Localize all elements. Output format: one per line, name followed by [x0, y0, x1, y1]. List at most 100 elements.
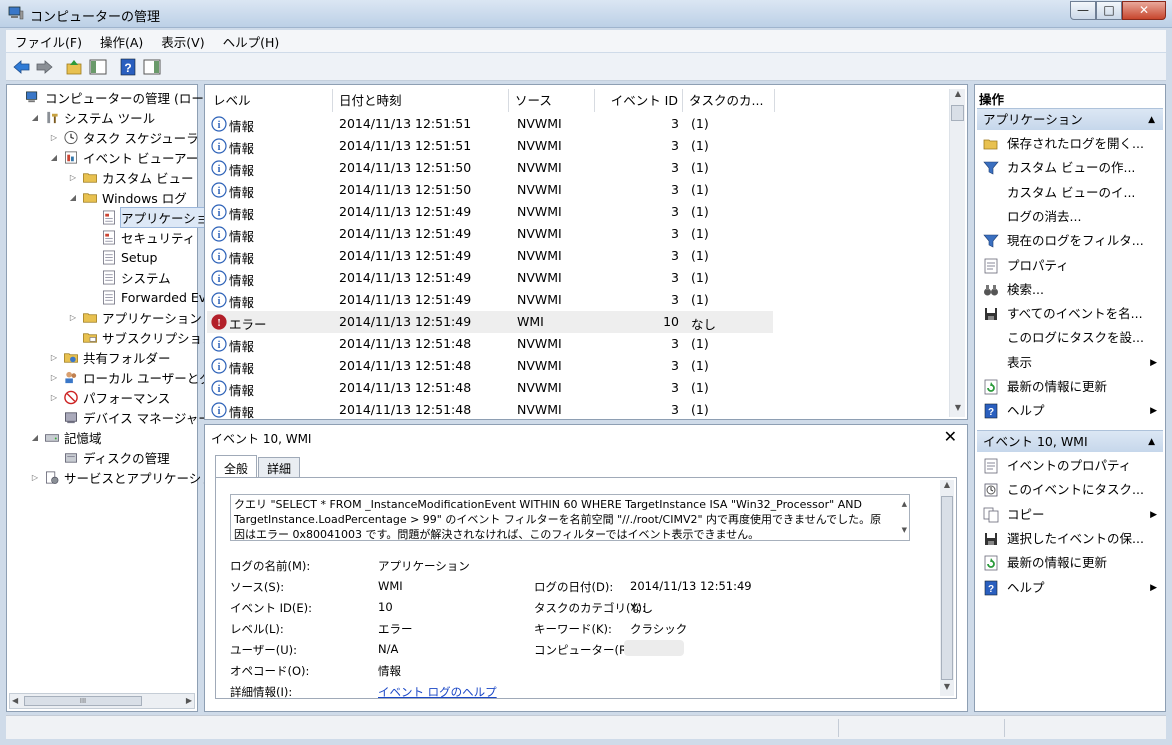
expander-arrow-icon[interactable]: ▷	[49, 373, 59, 382]
action-item[interactable]: 最新の情報に更新	[977, 551, 1163, 575]
action-item[interactable]: このイベントにタスク...	[977, 478, 1163, 502]
tree-item[interactable]: ◢ Windows ログ	[68, 187, 187, 207]
event-row[interactable]: i 情報 2014/11/13 12:51:51 NVWMI 3 (1)	[207, 135, 773, 157]
tree-scroll-thumb[interactable]: III	[24, 696, 142, 706]
tree-item[interactable]: システム	[87, 267, 171, 287]
event-row[interactable]: i 情報 2014/11/13 12:51:48 NVWMI 3 (1)	[207, 333, 773, 355]
action-item[interactable]: すべてのイベントを名...	[977, 302, 1163, 326]
expander-arrow-icon[interactable]: ▷	[30, 473, 40, 482]
event-row[interactable]: i 情報 2014/11/13 12:51:49 NVWMI 3 (1)	[207, 245, 773, 267]
tree-item[interactable]: ▷ 共有フォルダー	[49, 347, 171, 367]
tree-item[interactable]: セキュリティ	[87, 227, 195, 247]
desc-scroll-down-icon[interactable]: ▼	[902, 523, 907, 538]
tree-horizontal-scrollbar[interactable]: ◀ III ▶	[9, 693, 195, 709]
tree-item[interactable]: ◢ 記憶域	[30, 427, 102, 447]
event-row[interactable]: i 情報 2014/11/13 12:51:50 NVWMI 3 (1)	[207, 157, 773, 179]
minimize-button[interactable]: —	[1070, 1, 1096, 20]
action-item[interactable]: プロパティ	[977, 254, 1163, 278]
action-item[interactable]: 最新の情報に更新	[977, 375, 1163, 399]
action-item[interactable]: ? ヘルプ ▶	[977, 399, 1163, 423]
action-item[interactable]: 検索...	[977, 278, 1163, 302]
tree-item[interactable]: ▷ サービスとアプリケーショ	[30, 467, 214, 487]
detail-scroll-thumb[interactable]	[941, 496, 953, 680]
event-row[interactable]: ! エラー 2014/11/13 12:51:49 WMI 10 なし	[207, 311, 773, 333]
help-icon[interactable]: ?	[118, 58, 138, 76]
tree-item[interactable]: ▷ アプリケーションと	[68, 307, 214, 327]
event-row[interactable]: i 情報 2014/11/13 12:51:50 NVWMI 3 (1)	[207, 179, 773, 201]
collapse-chevron-icon[interactable]: ▲	[1148, 109, 1155, 131]
actions-section-event[interactable]: イベント 10, WMI ▲	[977, 430, 1163, 452]
maximize-button[interactable]: □	[1096, 1, 1122, 20]
tree-item[interactable]: ◢ システム ツール	[30, 107, 155, 127]
expander-arrow-icon[interactable]: ◢	[68, 193, 78, 202]
event-row[interactable]: i 情報 2014/11/13 12:51:48 NVWMI 3 (1)	[207, 399, 773, 421]
scroll-right-arrow-icon[interactable]: ▶	[186, 696, 192, 705]
action-item[interactable]: 現在のログをフィルタ...	[977, 229, 1163, 253]
tab-general[interactable]: 全般	[215, 455, 258, 477]
expander-arrow-icon[interactable]: ▷	[68, 173, 78, 182]
action-item[interactable]: イベントのプロパティ	[977, 454, 1163, 478]
tree-item[interactable]: ◢ イベント ビューアー	[49, 147, 198, 167]
action-item[interactable]: カスタム ビューの作...	[977, 156, 1163, 180]
action-item[interactable]: ? ヘルプ ▶	[977, 576, 1163, 600]
desc-scroll-up-icon[interactable]: ▲	[902, 497, 907, 512]
menu-view[interactable]: 表示(V)	[152, 32, 213, 51]
forward-arrow-icon[interactable]	[34, 58, 54, 76]
action-item[interactable]: コピー ▶	[977, 503, 1163, 527]
tree-item[interactable]: デバイス マネージャー	[49, 407, 211, 427]
tree-item[interactable]: ▷ ローカル ユーザーとグ	[49, 367, 212, 387]
show-hide-action-pane-icon[interactable]	[142, 58, 162, 76]
collapse-chevron-icon[interactable]: ▲	[1148, 431, 1155, 453]
event-row[interactable]: i 情報 2014/11/13 12:51:49 NVWMI 3 (1)	[207, 223, 773, 245]
action-item[interactable]: 選択したイベントの保...	[977, 527, 1163, 551]
event-row[interactable]: i 情報 2014/11/13 12:51:49 NVWMI 3 (1)	[207, 201, 773, 223]
action-item[interactable]: 表示 ▶	[977, 351, 1163, 375]
expander-arrow-icon[interactable]: ▷	[68, 313, 78, 322]
event-row[interactable]: i 情報 2014/11/13 12:51:48 NVWMI 3 (1)	[207, 355, 773, 377]
tree-item[interactable]: ▷ タスク スケジューラ	[49, 127, 199, 147]
event-row[interactable]: i 情報 2014/11/13 12:51:51 NVWMI 3 (1)	[207, 113, 773, 135]
action-item[interactable]: 保存されたログを開く...	[977, 132, 1163, 156]
close-detail-icon[interactable]: ✕	[944, 427, 957, 446]
column-level[interactable]: レベル	[207, 89, 333, 112]
expander-arrow-icon[interactable]: ▷	[49, 393, 59, 402]
close-button[interactable]: ✕	[1122, 1, 1166, 20]
detail-scrollbar[interactable]: ▲ ▼	[940, 480, 954, 696]
column-task-category[interactable]: タスクのカ...	[683, 89, 775, 112]
menu-action[interactable]: 操作(A)	[91, 32, 152, 51]
column-datetime[interactable]: 日付と時刻	[333, 89, 509, 112]
menu-help[interactable]: ヘルプ(H)	[214, 32, 289, 51]
menu-file[interactable]: ファイル(F)	[6, 32, 91, 51]
event-row[interactable]: i 情報 2014/11/13 12:51:49 NVWMI 3 (1)	[207, 289, 773, 311]
column-event-id[interactable]: イベント ID	[595, 89, 683, 112]
scroll-left-arrow-icon[interactable]: ◀	[12, 696, 18, 705]
action-item[interactable]: このログにタスクを設...	[977, 326, 1163, 350]
event-row[interactable]: i 情報 2014/11/13 12:51:48 NVWMI 3 (1)	[207, 377, 773, 399]
event-log-help-link[interactable]: イベント ログのヘルプ	[378, 684, 497, 700]
tree-item[interactable]: ▷ パフォーマンス	[49, 387, 170, 407]
event-list-scrollbar[interactable]: ▲ ▼	[949, 89, 965, 417]
event-row[interactable]: i 情報 2014/11/13 12:51:49 NVWMI 3 (1)	[207, 267, 773, 289]
column-source[interactable]: ソース	[509, 89, 595, 112]
back-arrow-icon[interactable]	[12, 58, 32, 76]
tree-item[interactable]: アプリケーション	[87, 206, 222, 228]
scroll-up-arrow-icon[interactable]: ▲	[950, 89, 966, 103]
scroll-thumb[interactable]	[951, 105, 964, 121]
event-description[interactable]: クエリ "SELECT * FROM _InstanceModification…	[230, 494, 910, 541]
expander-arrow-icon[interactable]: ◢	[49, 153, 59, 162]
tab-details[interactable]: 詳細	[258, 457, 301, 477]
tree-item[interactable]: Forwarded Eve	[87, 287, 214, 307]
action-item[interactable]: カスタム ビューのイ...	[977, 181, 1163, 205]
expander-arrow-icon[interactable]: ◢	[30, 113, 40, 122]
tree-item[interactable]: サブスクリプション	[68, 327, 215, 347]
show-hide-tree-icon[interactable]	[88, 58, 108, 76]
tree-item[interactable]: Setup	[87, 247, 157, 267]
tree-item[interactable]: コンピューターの管理 (ローカ	[11, 87, 216, 107]
detail-scroll-up-icon[interactable]: ▲	[940, 480, 954, 494]
actions-section-application[interactable]: アプリケーション ▲	[977, 108, 1163, 130]
up-folder-icon[interactable]	[64, 58, 84, 76]
tree-item[interactable]: ディスクの管理	[49, 447, 170, 467]
expander-arrow-icon[interactable]: ▷	[49, 353, 59, 362]
expander-arrow-icon[interactable]: ▷	[49, 133, 59, 142]
action-item[interactable]: ログの消去...	[977, 205, 1163, 229]
